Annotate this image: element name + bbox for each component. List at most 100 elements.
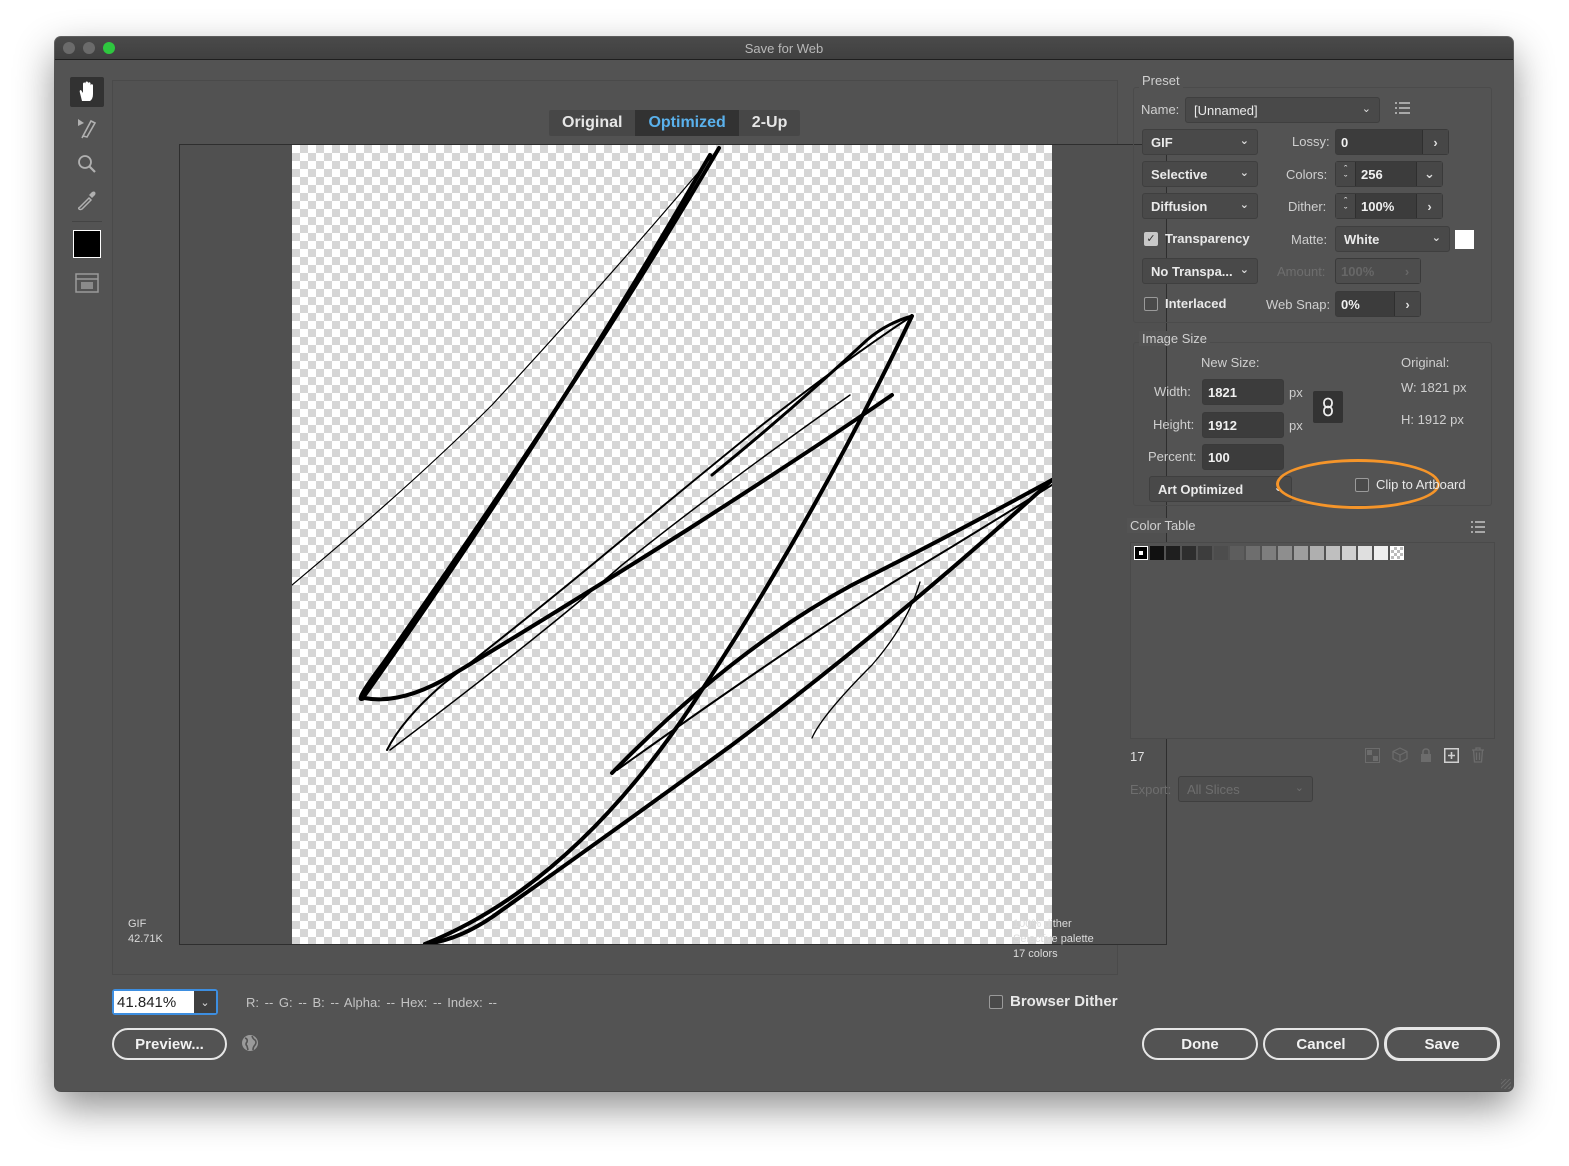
- color-swatch[interactable]: [1134, 546, 1148, 560]
- trash-icon[interactable]: [1471, 747, 1485, 763]
- percent-field[interactable]: 100: [1202, 444, 1284, 470]
- amount-value: 100%: [1341, 263, 1375, 279]
- color-swatch-transparent[interactable]: [1390, 546, 1404, 560]
- height-value[interactable]: 1912: [1203, 418, 1283, 433]
- zoom-level-combo[interactable]: ⌄: [112, 989, 218, 1015]
- lock-icon[interactable]: [1420, 748, 1432, 762]
- original-label: Original:: [1401, 355, 1450, 370]
- checkmark-icon[interactable]: ✓: [1144, 231, 1158, 246]
- color-swatch[interactable]: [1246, 546, 1260, 560]
- interlaced-label: Interlaced: [1165, 296, 1227, 311]
- list-menu-icon: [1471, 521, 1485, 533]
- color-swatch[interactable]: [1278, 546, 1292, 560]
- constrain-proportions-button[interactable]: [1313, 391, 1343, 423]
- done-button[interactable]: Done: [1142, 1028, 1258, 1060]
- color-table[interactable]: [1130, 542, 1495, 739]
- lossy-field[interactable]: 0 ›: [1335, 129, 1449, 155]
- color-swatch[interactable]: [1294, 546, 1308, 560]
- matte-color-swatch[interactable]: [1455, 230, 1474, 249]
- chevron-right-icon[interactable]: ›: [1394, 292, 1420, 316]
- eyedropper-tool[interactable]: [70, 185, 104, 215]
- hand-tool[interactable]: [70, 77, 104, 107]
- color-swatch[interactable]: [1262, 546, 1276, 560]
- preset-name-dropdown[interactable]: [Unnamed] ⌄: [1185, 97, 1380, 123]
- file-format-dropdown[interactable]: GIF ⌄: [1142, 129, 1258, 155]
- preview-canvas-frame[interactable]: [179, 144, 1167, 945]
- preview-button[interactable]: Preview...: [112, 1028, 227, 1060]
- toggle-slices-visibility[interactable]: [70, 268, 104, 298]
- zoom-level-dropdown[interactable]: ⌄: [194, 991, 216, 1013]
- colors-field[interactable]: ˆˇ 256 ⌄: [1335, 161, 1443, 187]
- web-shift-cube-icon[interactable]: [1392, 747, 1408, 763]
- height-unit: px: [1289, 418, 1303, 433]
- color-swatch[interactable]: [1182, 546, 1196, 560]
- interlaced-checkbox[interactable]: Interlaced: [1144, 296, 1226, 311]
- dither-algorithm-dropdown[interactable]: Diffusion ⌄: [1142, 193, 1258, 219]
- dither-stepper[interactable]: ˆˇ: [1336, 194, 1356, 218]
- transparency-label: Transparency: [1165, 231, 1250, 246]
- color-swatch[interactable]: [1326, 546, 1340, 560]
- transparency-dither-dropdown[interactable]: No Transpa... ⌄: [1142, 258, 1258, 284]
- color-swatch[interactable]: [1198, 546, 1212, 560]
- websnap-field[interactable]: 0% ›: [1335, 291, 1421, 317]
- preview-colors: 17 colors: [1013, 948, 1058, 960]
- chevron-down-icon: ⌄: [1239, 199, 1249, 211]
- color-readout: R: -- G: -- B: -- Alpha: -- Hex: -- Inde…: [246, 995, 497, 1010]
- color-swatch[interactable]: [1310, 546, 1324, 560]
- height-field[interactable]: 1912: [1202, 412, 1284, 438]
- slice-select-tool[interactable]: [70, 113, 104, 143]
- map-to-transparent-icon[interactable]: [1365, 747, 1380, 763]
- clip-to-artboard-checkbox[interactable]: Clip to Artboard: [1355, 477, 1466, 492]
- websnap-value[interactable]: 0%: [1336, 297, 1394, 312]
- color-swatch[interactable]: [1342, 546, 1356, 560]
- color-swatch[interactable]: [1358, 546, 1372, 560]
- zoom-tool[interactable]: [70, 149, 104, 179]
- save-button[interactable]: Save: [1384, 1027, 1500, 1061]
- clip-to-artboard-box[interactable]: [1355, 477, 1369, 492]
- color-swatch[interactable]: [1150, 546, 1164, 560]
- dither-value[interactable]: 100%: [1356, 199, 1416, 214]
- color-swatch[interactable]: [1214, 546, 1228, 560]
- clip-to-artboard-label: Clip to Artboard: [1376, 477, 1466, 492]
- browser-dither-label: Browser Dither: [1010, 993, 1118, 1010]
- colors-label: Colors:: [1286, 167, 1328, 182]
- browser-dither-checkbox[interactable]: Browser Dither: [989, 993, 1118, 1010]
- color-swatch[interactable]: [1230, 546, 1244, 560]
- lossy-value[interactable]: 0: [1336, 135, 1422, 150]
- chevron-down-icon: ⌄: [1431, 232, 1441, 244]
- colors-dropdown-icon[interactable]: ⌄: [1416, 162, 1442, 186]
- resize-grip[interactable]: [1501, 1079, 1511, 1089]
- matte-dropdown[interactable]: White ⌄: [1335, 226, 1450, 252]
- tab-original[interactable]: Original: [549, 110, 635, 136]
- color-table-menu-button[interactable]: [1471, 520, 1485, 538]
- add-color-icon[interactable]: [1444, 747, 1459, 763]
- websnap-label: Web Snap:: [1266, 297, 1331, 312]
- preview-in-browser-button[interactable]: [241, 1034, 259, 1057]
- tab-optimized[interactable]: Optimized: [635, 110, 739, 136]
- preset-menu-button[interactable]: [1395, 101, 1411, 120]
- eyedropper-color-swatch[interactable]: [73, 230, 101, 258]
- interlaced-box[interactable]: [1144, 296, 1158, 311]
- resample-quality-dropdown[interactable]: Art Optimized ⌄: [1149, 476, 1292, 502]
- amount-label: Amount:: [1277, 264, 1326, 279]
- width-value[interactable]: 1821: [1203, 385, 1283, 400]
- stroke-tail: [811, 581, 921, 739]
- zoom-level-input[interactable]: [114, 991, 194, 1013]
- cancel-button[interactable]: Cancel: [1263, 1028, 1379, 1060]
- browser-dither-box[interactable]: [989, 994, 1003, 1009]
- percent-value[interactable]: 100: [1203, 450, 1283, 465]
- color-reduction-dropdown[interactable]: Selective ⌄: [1142, 161, 1258, 187]
- color-swatch[interactable]: [1166, 546, 1180, 560]
- chevron-right-icon[interactable]: ›: [1416, 194, 1442, 218]
- colors-stepper[interactable]: ˆˇ: [1336, 162, 1356, 186]
- tab-2-up[interactable]: 2-Up: [739, 110, 801, 136]
- export-label: Export:: [1130, 782, 1172, 797]
- matte-label: Matte:: [1291, 232, 1328, 247]
- transparency-checkbox[interactable]: ✓ Transparency: [1144, 231, 1250, 246]
- preview-image[interactable]: [292, 145, 1052, 944]
- colors-value[interactable]: 256: [1356, 167, 1416, 182]
- chevron-right-icon[interactable]: ›: [1422, 130, 1448, 154]
- width-field[interactable]: 1821: [1202, 379, 1284, 405]
- dither-field[interactable]: ˆˇ 100% ›: [1335, 193, 1443, 219]
- color-swatch[interactable]: [1374, 546, 1388, 560]
